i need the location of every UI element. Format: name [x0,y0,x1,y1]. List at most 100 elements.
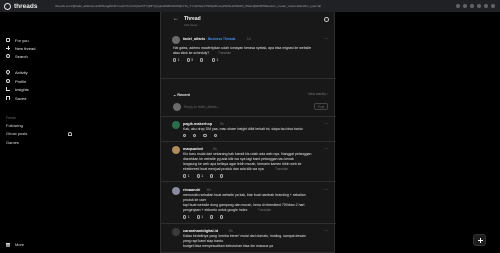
post-text: langsung ke web apa bellaya agar lebih m… [183,162,302,166]
search-icon [6,54,10,58]
post-time: 8h [229,229,233,233]
like-button[interactable]: 1 [173,58,180,62]
share-button[interactable] [213,134,217,138]
share-icon [220,215,224,219]
extension-icon[interactable] [463,4,467,8]
reply-button[interactable]: 1 [196,174,203,178]
avatar[interactable] [172,36,180,44]
back-arrow-icon[interactable]: ← [173,16,179,22]
translate-link[interactable]: Translate [218,51,231,55]
like-button[interactable]: 1 [183,215,190,219]
divider [161,116,336,117]
comment-icon [186,58,190,62]
post-more-icon[interactable]: ··· [324,36,328,41]
share-icon [220,174,224,178]
post-tag[interactable]: › Business Threads [206,37,235,41]
more-label: More [15,242,25,247]
sort-dropdown[interactable]: ⌄ Recent [173,92,190,97]
repost-icon [200,58,204,62]
thread-header: ← Thread 106 views [161,12,336,30]
extension-icon[interactable] [470,4,474,8]
thread-column: ← Thread 106 views fadel_alfaris › Busin… [160,12,336,253]
post-text: yang rapi kami siap bantu. [183,239,224,243]
sidebar-item-saved[interactable]: Saved [0,94,26,102]
repost-icon [203,134,207,138]
comment-icon [196,174,200,178]
post-more-icon[interactable]: ··· [324,187,328,192]
repost-icon [210,215,214,219]
view-activity-link[interactable]: View activity › [308,92,328,97]
share-count: 1 [216,58,219,62]
post-text: pengerjaan + ekbonto untuk google index [183,208,248,212]
reply-input[interactable]: Reply to fadel_alfaris... [184,105,220,109]
sidebar-item-insights[interactable]: Insights [0,85,29,93]
reply-button[interactable] [193,134,197,138]
sidebar-item-label: For you [15,37,29,43]
post-text: tapi buat website dong gampang dan murah… [183,203,305,207]
heart-icon [183,134,187,138]
extension-icon[interactable] [477,4,481,8]
avatar [173,103,181,111]
post-more-icon[interactable]: ··· [324,121,328,126]
more-options-icon[interactable] [324,17,329,22]
sidebar-item-new-thread[interactable]: New thread [0,44,35,52]
sidebar-item-label: Profile [15,78,27,84]
share-button[interactable] [220,174,224,178]
repost-icon [210,174,214,178]
brand-name: threads [14,2,38,10]
post-username[interactable]: maqsanbnl [183,147,203,151]
extension-icon[interactable] [484,4,488,8]
repost-button[interactable] [200,58,205,62]
feeds-heading: Feeds [6,116,16,120]
like-button[interactable]: 1 [183,174,190,178]
post-username[interactable]: rimaandri [183,188,200,192]
reply-button[interactable]: 1 [196,215,203,219]
avatar[interactable] [172,121,180,129]
feed-item-games[interactable]: Games [6,140,72,145]
reply-count: 5 [191,58,194,62]
post-time: 1d [247,37,251,41]
home-icon [6,38,10,42]
new-thread-fab[interactable] [473,234,486,246]
heart-icon [183,215,187,219]
repost-button[interactable] [210,215,214,219]
sidebar-item-for-you[interactable]: For you [0,36,29,44]
feed-item-following[interactable]: Following [6,123,72,128]
sidebar-more[interactable]: More [6,242,24,247]
sidebar-item-label: Saved [15,95,27,101]
repost-button[interactable] [210,174,214,178]
post-username[interactable]: pagik.makerhop [183,122,212,126]
share-button[interactable] [220,215,224,219]
avatar[interactable] [172,187,180,195]
post-actions: 1 1 [183,215,224,219]
profile-icon[interactable] [491,4,495,8]
share-button[interactable]: 1 [211,58,219,62]
post-text: atau stick ke scheduly? [173,51,210,55]
reply-button[interactable]: 5 [186,58,194,62]
ghost-icon [68,131,72,136]
sidebar-item-activity[interactable]: Activity [0,68,28,76]
translate-link[interactable]: Translate [258,208,271,212]
post-more-icon[interactable]: ··· [324,146,328,151]
avatar[interactable] [172,228,180,236]
post-username[interactable]: fadel_alfaris [183,37,205,41]
post-button[interactable]: Post [314,103,328,110]
sidebar-item-profile[interactable]: Profile [0,77,26,85]
like-button[interactable] [183,134,187,138]
menu-icon [6,243,10,247]
divider [161,78,336,79]
translate-link[interactable]: Translate [275,167,288,171]
feed-item-ghost-posts[interactable]: Ghost posts [6,131,72,136]
extension-icon[interactable] [456,4,460,8]
sidebar-item-search[interactable]: Search [0,52,28,60]
address-bar[interactable]: threads.com/@fadel_alfaris/post/DI5iuqg8… [52,2,456,10]
avatar[interactable] [172,146,180,154]
threads-logo-icon [4,2,11,10]
post-more-icon[interactable]: ··· [324,228,328,233]
threads-logo[interactable]: threads [0,2,52,10]
plus-icon [6,46,10,50]
post-actions: 1 5 1 [173,58,218,62]
post-username[interactable]: cararahantdigital.id [183,229,218,233]
share-icon [213,134,217,138]
repost-button[interactable] [203,134,207,138]
